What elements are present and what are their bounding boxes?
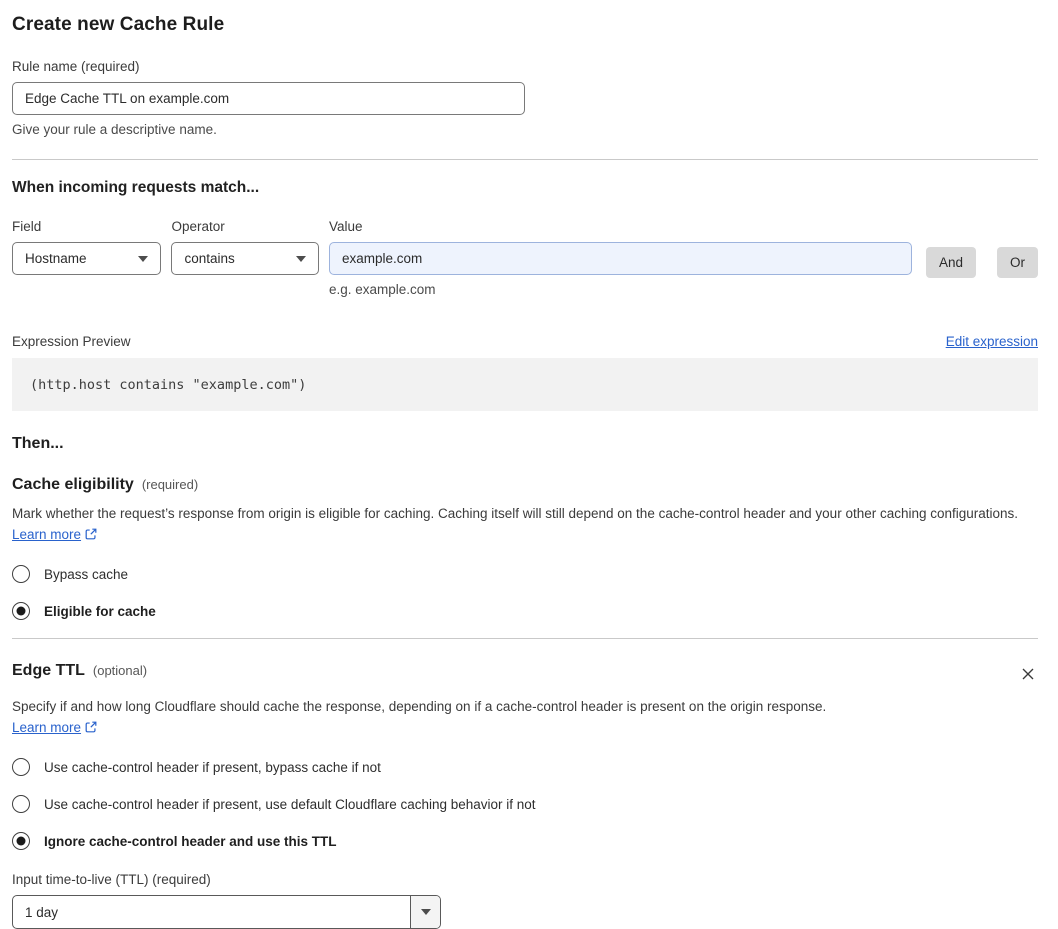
operator-column: Operator contains bbox=[171, 219, 319, 275]
edge-ttl-title-wrap: Edge TTL (optional) bbox=[12, 662, 147, 680]
value-label: Value bbox=[328, 219, 363, 234]
ttl-input-group: Input time-to-live (TTL) (required) 1 da… bbox=[12, 872, 1038, 929]
operator-select-value: contains bbox=[184, 251, 235, 266]
section-divider bbox=[12, 159, 1038, 160]
edit-expression-link[interactable]: Edit expression bbox=[946, 334, 1038, 349]
ttl-label: Input time-to-live (TTL) (required) bbox=[12, 872, 211, 887]
radio-icon[interactable] bbox=[12, 795, 30, 813]
ttl-select-arrow-button[interactable] bbox=[410, 896, 440, 928]
page-title: Create new Cache Rule bbox=[12, 14, 225, 35]
learn-more-link[interactable]: Learn more bbox=[12, 527, 81, 542]
radio-icon[interactable] bbox=[12, 565, 30, 583]
close-edge-ttl-button[interactable] bbox=[1018, 664, 1038, 687]
radio-icon-selected[interactable] bbox=[12, 602, 30, 620]
radio-eligible-for-cache[interactable]: Eligible for cache bbox=[12, 602, 1038, 620]
radio-label: Bypass cache bbox=[44, 566, 129, 582]
edge-ttl-header: Edge TTL (optional) bbox=[12, 662, 1038, 687]
close-icon bbox=[1022, 668, 1034, 680]
radio-label: Ignore cache-control header and use this… bbox=[44, 833, 337, 849]
rule-name-input[interactable] bbox=[12, 82, 525, 115]
section-divider bbox=[12, 638, 1038, 639]
radio-label: Eligible for cache bbox=[44, 603, 156, 619]
description-text: Mark whether the request’s response from… bbox=[12, 506, 1019, 521]
operator-select[interactable]: contains bbox=[171, 242, 319, 275]
ttl-select[interactable]: 1 day bbox=[12, 895, 441, 929]
value-help: e.g. example.com bbox=[328, 282, 436, 297]
radio-use-header-default[interactable]: Use cache-control header if present, use… bbox=[12, 795, 1038, 813]
radio-label: Use cache-control header if present, byp… bbox=[44, 759, 381, 775]
radio-use-header-bypass[interactable]: Use cache-control header if present, byp… bbox=[12, 758, 1038, 776]
field-select[interactable]: Hostname bbox=[12, 242, 162, 275]
expression-preview-box: (http.host contains "example.com") bbox=[12, 358, 1038, 411]
ttl-select-value: 1 day bbox=[25, 904, 59, 920]
radio-ignore-header-use-ttl[interactable]: Ignore cache-control header and use this… bbox=[12, 832, 1038, 850]
expression-preview-header: Expression Preview Edit expression bbox=[12, 334, 1038, 349]
then-heading: Then... bbox=[12, 435, 64, 452]
rule-name-group: Rule name (required) Give your rule a de… bbox=[12, 59, 1038, 137]
external-link-icon bbox=[85, 528, 97, 540]
cache-eligibility-title: Cache eligibility bbox=[12, 476, 134, 493]
create-cache-rule-page: Create new Cache Rule Rule name (require… bbox=[0, 0, 1058, 929]
edge-ttl-options: Use cache-control header if present, byp… bbox=[12, 758, 1038, 850]
field-column: Field Hostname bbox=[12, 219, 162, 275]
chevron-down-icon bbox=[138, 255, 149, 262]
cache-eligibility-description: Mark whether the request’s response from… bbox=[12, 503, 1038, 545]
expression-code: (http.host contains "example.com") bbox=[30, 376, 307, 393]
rule-name-help: Give your rule a descriptive name. bbox=[12, 122, 217, 137]
cache-eligibility-header: Cache eligibility (required) bbox=[12, 476, 1038, 494]
and-button[interactable]: And bbox=[925, 247, 976, 278]
cache-eligibility-options: Bypass cache Eligible for cache bbox=[12, 565, 1038, 620]
value-column: Value e.g. example.com bbox=[328, 219, 912, 297]
radio-icon-selected[interactable] bbox=[12, 832, 30, 850]
required-tag: (required) bbox=[141, 477, 199, 492]
description-text: Specify if and how long Cloudflare shoul… bbox=[12, 699, 827, 714]
learn-more-link[interactable]: Learn more bbox=[12, 720, 81, 735]
radio-icon[interactable] bbox=[12, 758, 30, 776]
rule-name-label: Rule name (required) bbox=[12, 59, 140, 74]
chevron-down-icon bbox=[295, 255, 306, 262]
optional-tag: (optional) bbox=[92, 663, 148, 678]
operator-label: Operator bbox=[171, 219, 225, 234]
or-button[interactable]: Or bbox=[996, 247, 1038, 278]
radio-bypass-cache[interactable]: Bypass cache bbox=[12, 565, 1038, 583]
field-label: Field bbox=[12, 219, 42, 234]
external-link-icon bbox=[85, 721, 97, 733]
radio-label: Use cache-control header if present, use… bbox=[44, 796, 536, 812]
value-input[interactable] bbox=[328, 242, 912, 275]
field-select-value: Hostname bbox=[25, 251, 87, 266]
expression-builder-row: Field Hostname Operator contains Value e… bbox=[12, 219, 1038, 297]
edge-ttl-description: Specify if and how long Cloudflare shoul… bbox=[12, 696, 850, 738]
match-heading: When incoming requests match... bbox=[12, 179, 260, 196]
chevron-down-icon bbox=[420, 909, 431, 915]
edge-ttl-title: Edge TTL bbox=[12, 662, 85, 679]
expression-preview-label: Expression Preview bbox=[12, 334, 131, 349]
